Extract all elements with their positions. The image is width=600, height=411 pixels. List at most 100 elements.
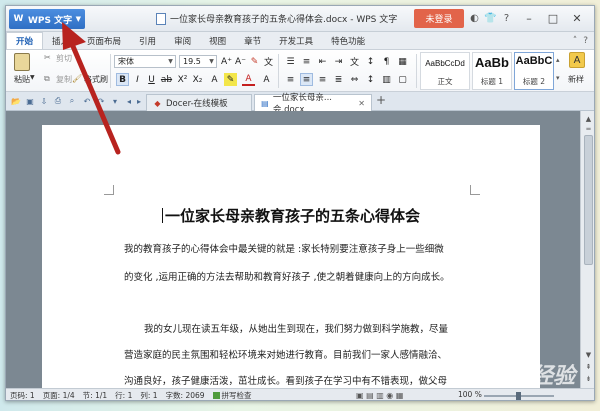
tab-current-document[interactable]: ▤ 一位家长母亲...会.docx ✕ [254, 93, 372, 115]
scroll-left-icon[interactable]: ◂ [124, 96, 134, 106]
close-icon[interactable]: ✕ [568, 10, 586, 26]
tab-view[interactable]: 视图 [200, 32, 235, 49]
font-name-select[interactable]: 宋体 ▼ [114, 55, 176, 68]
wps-menu-button[interactable]: W WPS 文字 ▼ [9, 9, 85, 29]
help-circle-icon[interactable]: ? [583, 36, 588, 46]
wps-logo-icon: W [13, 14, 24, 24]
border-icon[interactable]: ▢ [396, 73, 409, 86]
paste-icon[interactable] [14, 53, 30, 71]
copy-button[interactable]: 复制 [56, 74, 72, 85]
paragraph-line[interactable]: 我的教育孩子的心得体会中最关键的就是 :家长特别要注意孩子身上一些细微 [124, 241, 484, 255]
show-hide-marks-icon[interactable]: ¶ [380, 55, 393, 68]
status-page-number[interactable]: 页码: 1 [10, 390, 35, 400]
print-preview-icon[interactable]: ⌕ [67, 96, 77, 106]
zoom-slider-handle[interactable] [516, 392, 521, 400]
underline-icon[interactable]: U [145, 73, 158, 86]
tab-home[interactable]: 开始 [6, 32, 44, 49]
chevron-down-icon[interactable]: ▾ [110, 96, 120, 106]
login-button[interactable]: 未登录 [414, 9, 464, 28]
shading-icon[interactable]: ▥ [380, 73, 393, 86]
split-view-icon[interactable]: ═ [583, 123, 594, 134]
new-tab-icon[interactable]: + [376, 93, 386, 107]
justify-icon[interactable]: ≣ [332, 73, 345, 86]
line-spacing-icon[interactable]: ↕ [364, 73, 377, 86]
chevron-down-icon[interactable]: ▾ [556, 74, 560, 82]
style-heading-2[interactable]: AaBbC 标题 2 [514, 52, 554, 90]
align-right-icon[interactable]: ≡ [316, 73, 329, 86]
paragraph-line[interactable]: 的变化 ,运用正确的方法去帮助和教育好孩子 ,使之朝着健康向上的方向成长。 [124, 269, 484, 283]
export-pdf-icon[interactable]: ⇩ [39, 96, 49, 106]
bullet-list-icon[interactable]: ☰ [284, 55, 297, 68]
save-icon[interactable]: ▣ [25, 96, 35, 106]
grow-font-icon[interactable]: A⁺ [220, 55, 233, 68]
open-folder-icon[interactable]: 📂 [11, 96, 21, 106]
shrink-font-icon[interactable]: A⁻ [234, 55, 247, 68]
subscript-icon[interactable]: X₂ [191, 73, 204, 86]
redo-icon[interactable]: ↷ [96, 96, 106, 106]
collapse-ribbon-icon[interactable]: ˄ [573, 36, 578, 46]
tab-insert[interactable]: 插入 [43, 32, 78, 49]
sort-icon[interactable]: ↕ [364, 55, 377, 68]
previous-page-icon[interactable]: ⇞ [583, 361, 594, 372]
paragraph-line[interactable]: 沟通良好，孩子健康活泼，茁壮成长。看到孩子在学习中有不错表现，做父母 [124, 373, 484, 387]
format-painter-button[interactable]: 格式刷 [84, 74, 108, 85]
paste-button[interactable]: 粘贴 [14, 74, 30, 85]
paragraph-line[interactable]: 营造家庭的民主氛围和轻松环境来对她进行教育。目前我们一家人感情融洽、 [124, 347, 484, 361]
phonetic-guide-icon[interactable]: 文 [262, 55, 275, 68]
undo-icon[interactable]: ↶ [82, 96, 92, 106]
minimize-icon[interactable]: – [520, 10, 538, 26]
bold-icon[interactable]: B [116, 73, 129, 86]
shirt-icon[interactable]: 👕 [484, 12, 497, 25]
style-heading-1-label: 标题 1 [480, 77, 504, 86]
font-color-icon[interactable]: A [242, 73, 255, 86]
chevron-down-icon[interactable]: ▼ [30, 74, 35, 81]
view-mode-icons[interactable]: ▣ ▤ ▥ ◉ ▦ [356, 391, 403, 400]
tab-developer[interactable]: 开发工具 [270, 32, 322, 49]
text-effect-icon[interactable]: A [208, 73, 221, 86]
char-shading-icon[interactable]: A [260, 73, 273, 86]
scroll-right-icon[interactable]: ▸ [134, 96, 144, 106]
table-icon[interactable]: ▦ [396, 55, 409, 68]
tab-page-layout[interactable]: 页面布局 [78, 32, 130, 49]
cut-button[interactable]: 剪切 [56, 53, 72, 64]
strikethrough-icon[interactable]: ab [160, 73, 173, 86]
tab-special-features[interactable]: 特色功能 [322, 32, 374, 49]
spell-check-toggle[interactable]: 拼写检查 [212, 390, 252, 400]
status-word-count[interactable]: 字数: 2069 [166, 390, 205, 400]
highlight-icon[interactable]: ✎ [224, 73, 237, 86]
numbered-list-icon[interactable]: ≡ [300, 55, 313, 68]
document-heading[interactable]: 一位家长母亲教育孩子的五条心得体会 [42, 205, 540, 226]
help-icon[interactable]: ? [500, 12, 513, 25]
skin-icon[interactable]: ◐ [468, 12, 481, 25]
new-style-button[interactable]: 新样 [568, 74, 584, 85]
styles-scroll-icon[interactable]: ▴ [556, 56, 560, 64]
zoom-level[interactable]: 100 % [458, 390, 482, 399]
clear-format-icon[interactable]: ✎ [248, 55, 261, 68]
superscript-icon[interactable]: X² [176, 73, 189, 86]
new-style-icon[interactable]: A [569, 52, 585, 68]
italic-icon[interactable]: I [131, 73, 144, 86]
vertical-scrollbar[interactable]: ▲ ═ ▼ ⇞ ⇟ [580, 111, 594, 388]
paragraph-line[interactable]: 我的女儿现在读五年级，从她出生到现在，我们努力做到科学施教，尽量 [144, 321, 484, 335]
tab-review[interactable]: 审阅 [165, 32, 200, 49]
tab-references[interactable]: 引用 [130, 32, 165, 49]
style-heading-1[interactable]: AaBb 标题 1 [472, 52, 512, 90]
increase-indent-icon[interactable]: ⇥ [332, 55, 345, 68]
align-left-icon[interactable]: ≡ [284, 73, 297, 86]
document-page[interactable]: 一位家长母亲教育孩子的五条心得体会 我的教育孩子的心得体会中最关键的就是 :家长… [42, 125, 540, 388]
maximize-icon[interactable]: □ [544, 10, 562, 26]
align-center-icon[interactable]: ≡ [300, 73, 313, 86]
close-icon[interactable]: ✕ [358, 99, 365, 108]
distributed-align-icon[interactable]: ⇔ [348, 73, 361, 86]
tab-section[interactable]: 章节 [235, 32, 270, 49]
font-size-select[interactable]: 19.5 ▼ [179, 55, 217, 68]
scroll-down-icon[interactable]: ▼ [583, 349, 594, 360]
tab-docer-templates[interactable]: ◆ Docer-在线模板 [146, 94, 252, 111]
next-page-icon[interactable]: ⇟ [583, 373, 594, 384]
scrollbar-thumb[interactable] [584, 135, 593, 265]
decrease-indent-icon[interactable]: ⇤ [316, 55, 329, 68]
status-pages[interactable]: 页面: 1/4 [43, 390, 75, 400]
style-normal[interactable]: AaBbCcDd 正文 [420, 52, 470, 90]
print-icon[interactable]: ⎙ [53, 96, 63, 106]
chinese-layout-icon[interactable]: 文 [348, 55, 361, 68]
